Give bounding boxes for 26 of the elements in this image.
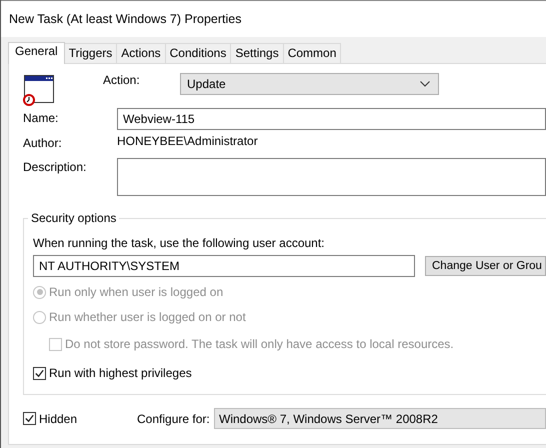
action-label: Action: [103,73,141,87]
radio-label: Run whether user is logged on or not [49,310,246,324]
author-value: HONEYBEE\Administrator [117,134,258,148]
description-label: Description: [23,159,88,174]
checkbox-label: Hidden [39,412,78,426]
configure-for-dropdown[interactable]: Windows® 7, Windows Server™ 2008R2 [214,408,546,429]
account-label: When running the task, use the following user account: [33,236,326,250]
radio-label: Run only when user is logged on [49,285,224,299]
checkbox-label: Run with highest privileges [49,366,192,380]
task-window-icon [23,74,55,106]
configure-for-label: Configure for: [137,412,211,426]
checkbox[interactable] [33,366,46,380]
name-field[interactable]: Webview-115 [117,108,546,130]
window-title: New Task (At least Windows 7) Properties [9,12,242,26]
tab[interactable]: General [8,42,65,64]
author-label: Author: [23,135,63,150]
checkbox-label: Do not store password. The task will only have access to local resources. [65,337,454,351]
name-label: Name: [23,110,60,125]
action-dropdown[interactable]: Update [180,73,439,95]
change-user-button[interactable]: Change User or Grou [425,256,546,276]
user-account-field[interactable]: NT AUTHORITY\SYSTEM [33,255,415,277]
description-field[interactable] [117,158,546,196]
security-options-legend: Security options [28,211,120,225]
tab[interactable]: Common [282,43,342,63]
caret-icon [420,81,430,87]
checkbox[interactable] [23,412,36,425]
